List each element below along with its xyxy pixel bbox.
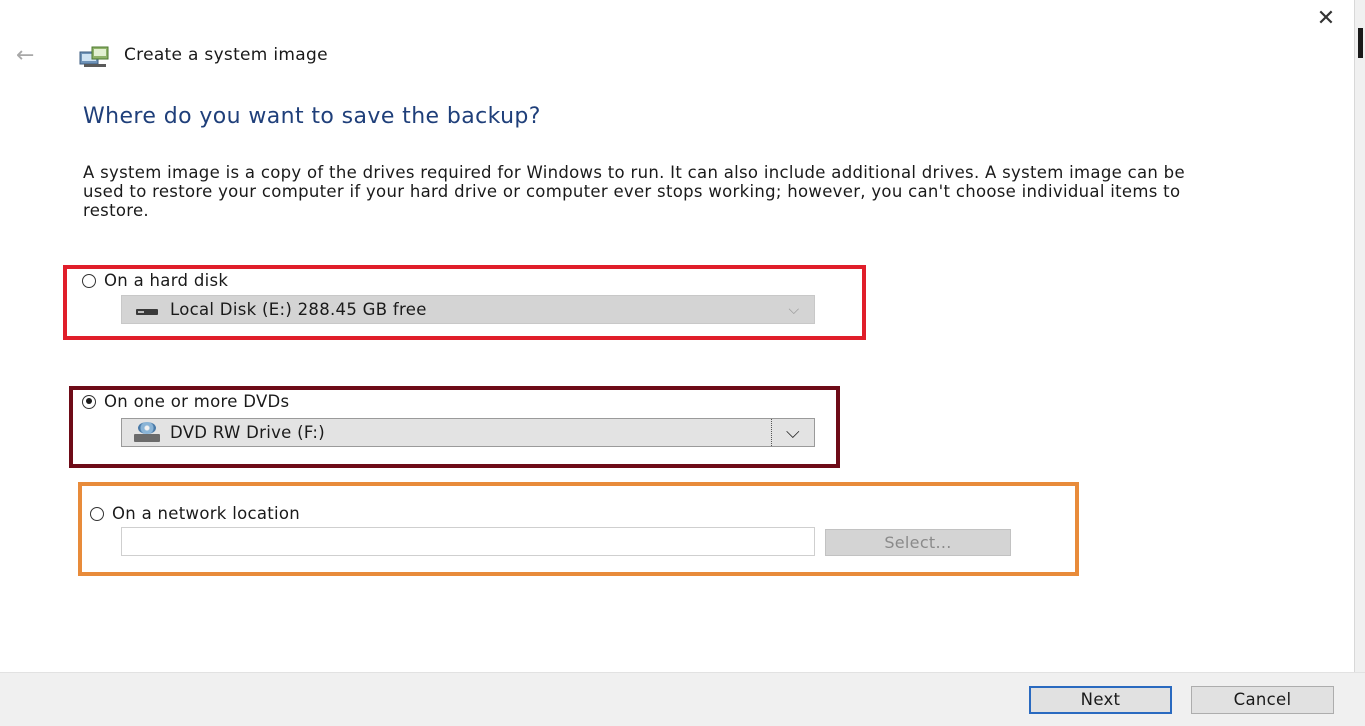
network-radio-option[interactable]: On a network location (90, 504, 300, 523)
select-network-button[interactable]: Select... (825, 529, 1011, 556)
chevron-down-icon: ⌵ (771, 419, 814, 446)
network-radio[interactable] (90, 506, 104, 521)
dvd-dropdown[interactable]: DVD RW Drive (F:) ⌵ (121, 418, 815, 447)
dvd-drive-icon (134, 421, 160, 442)
chevron-down-icon: ⌵ (788, 301, 800, 318)
network-label: On a network location (112, 504, 301, 523)
hard-disk-dropdown[interactable]: Local Disk (E:) 288.45 GB free ⌵ (121, 295, 815, 324)
window-title: Create a system image (124, 45, 328, 65)
backup-restore-icon (79, 46, 109, 67)
network-location-input[interactable] (121, 527, 815, 556)
hard-disk-radio[interactable] (82, 273, 96, 288)
edge-mark (1358, 28, 1363, 58)
hard-disk-radio-option[interactable]: On a hard disk (82, 271, 228, 290)
window-edge (1354, 0, 1365, 672)
dvd-radio-option[interactable]: On one or more DVDs (82, 392, 289, 411)
top-strip (0, 0, 1365, 8)
dvd-label: On one or more DVDs (104, 392, 290, 411)
hard-disk-label: On a hard disk (104, 271, 229, 290)
back-arrow-icon[interactable]: ← (16, 44, 46, 68)
hard-disk-dropdown-value: Local Disk (E:) 288.45 GB free (170, 300, 427, 319)
close-button[interactable]: ✕ (1313, 8, 1339, 32)
page-description: A system image is a copy of the drives r… (83, 163, 1185, 220)
dvd-dropdown-value: DVD RW Drive (F:) (170, 423, 325, 442)
hard-drive-icon (134, 303, 160, 317)
dvd-radio[interactable] (82, 394, 96, 409)
cancel-button[interactable]: Cancel (1191, 686, 1334, 714)
next-button[interactable]: Next (1029, 686, 1172, 714)
page-heading: Where do you want to save the backup? (83, 104, 541, 129)
